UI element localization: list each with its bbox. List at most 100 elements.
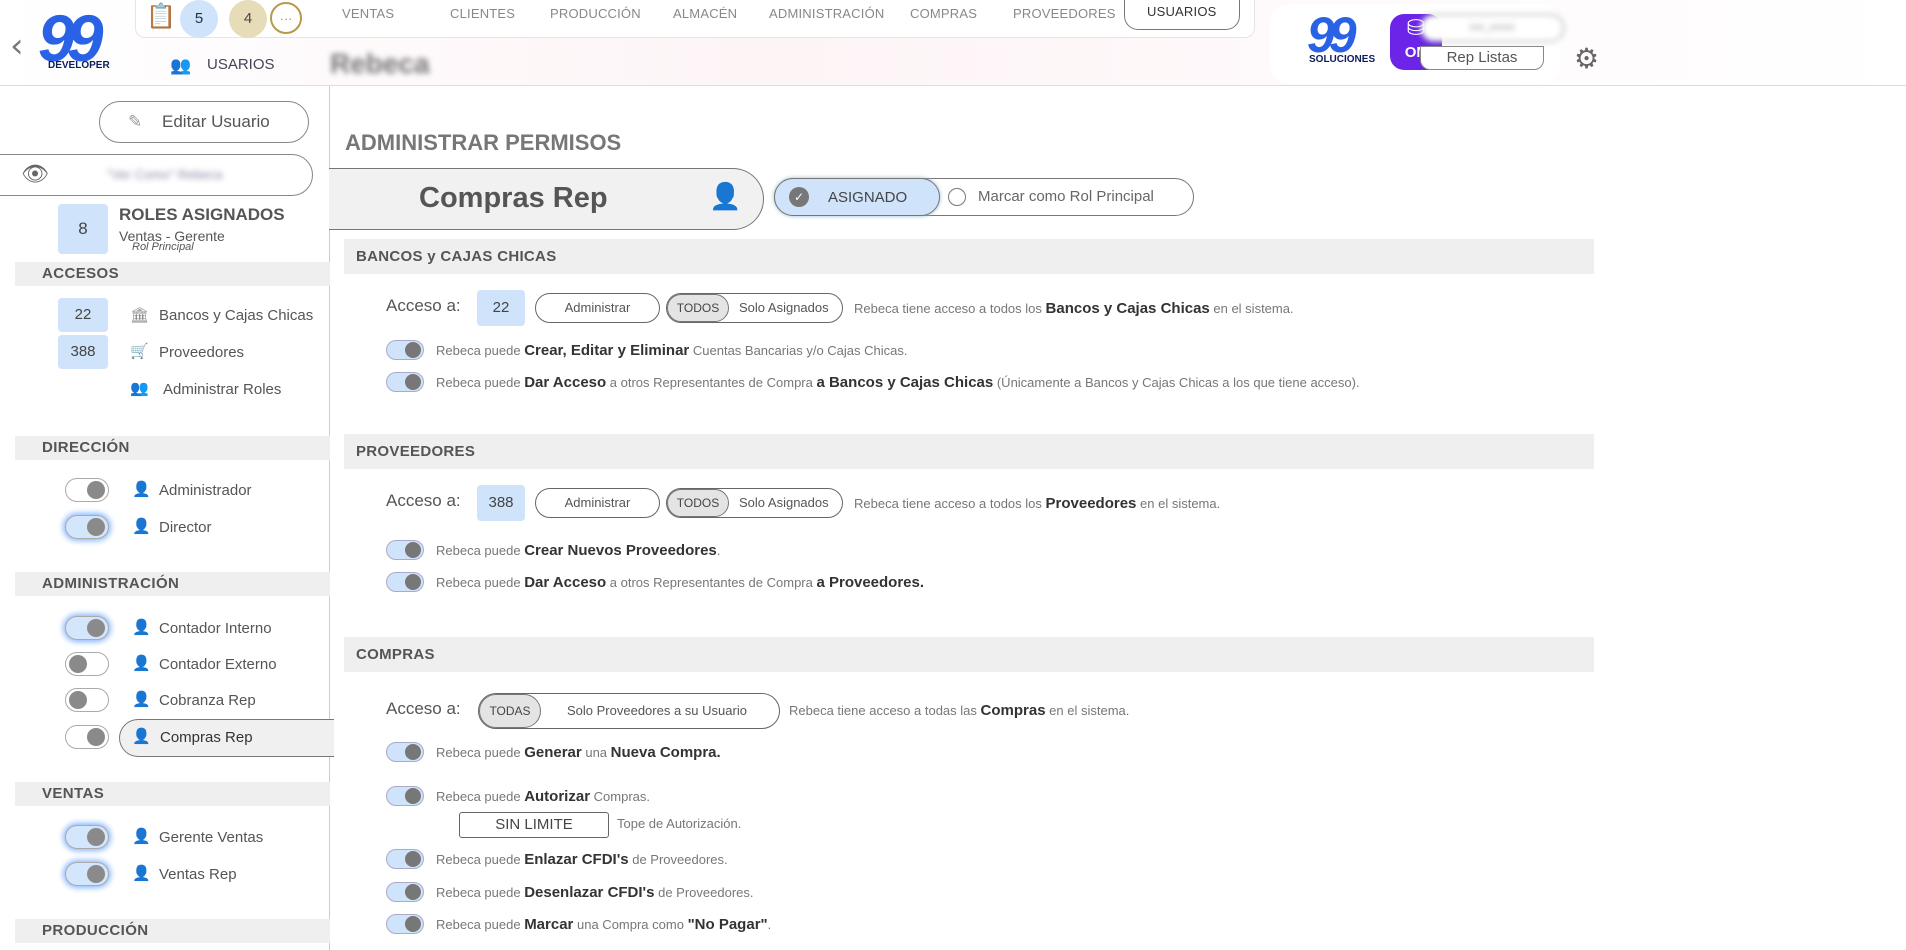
todos-option[interactable]: TODOS (667, 489, 729, 517)
bancos-administrar-button[interactable]: Administrar (535, 293, 660, 323)
role-toggle[interactable] (65, 616, 109, 640)
user-field[interactable]: xxx_xxxxx (1420, 14, 1564, 42)
main-panel: ADMINISTRAR PERMISOS Compras Rep 👤 ✓ ASI… (329, 86, 1906, 950)
section-bancos: BANCOS y CAJAS CHICAS (344, 239, 1594, 274)
person-icon: 👤 (132, 864, 151, 882)
permission-toggle[interactable] (386, 540, 424, 560)
role-administrador[interactable]: Administrador (159, 482, 252, 499)
section-compras: COMPRAS (344, 637, 1594, 672)
permission-toggle[interactable] (386, 372, 424, 392)
edit-user-icon: ✎ (128, 112, 143, 132)
solo-asignados-option[interactable]: Solo Asignados (739, 489, 829, 517)
users-icon: 👥 (170, 56, 192, 76)
section-accesos: ACCESOS (15, 262, 330, 286)
role-selector[interactable]: Rep Listas (1420, 46, 1544, 70)
role-toggle[interactable] (65, 862, 109, 886)
todas-option[interactable]: TODAS (479, 694, 541, 728)
acceso-label: Acceso a: (386, 491, 461, 510)
mark-principal-label[interactable]: Marcar como Rol Principal (978, 188, 1154, 205)
section-administracion: ADMINISTRACIÓN (15, 572, 330, 596)
gear-icon[interactable]: ⚙ (1574, 42, 1599, 75)
role-name: Compras Rep (419, 182, 608, 214)
acceso-bancos[interactable]: Bancos y Cajas Chicas (159, 307, 313, 324)
soluciones-logo[interactable]: 99 SOLUCIONES (1305, 7, 1377, 70)
nav-clientes[interactable]: CLIENTES (450, 6, 515, 21)
eye-icon: 👁 (21, 162, 49, 187)
acceso-administrar-roles[interactable]: Administrar Roles (163, 381, 281, 398)
proveedores-desc: Rebeca tiene acceso a todos los Proveedo… (854, 495, 1221, 512)
nav-usuarios[interactable]: USUARIOS (1124, 0, 1240, 30)
bank-icon: 🏛 (130, 306, 150, 324)
page-title: ADMINISTRAR PERMISOS (345, 130, 622, 155)
permission-toggle[interactable] (386, 882, 424, 902)
acceso-proveedores[interactable]: Proveedores (159, 344, 244, 361)
edit-user-button[interactable]: ✎ Editar Usuario (99, 101, 309, 143)
role-toggle[interactable] (65, 688, 109, 712)
notification-badge-blue[interactable]: 5 (180, 0, 218, 38)
role-ventas-rep[interactable]: Ventas Rep (159, 866, 237, 883)
todos-option[interactable]: TODOS (667, 294, 729, 322)
section-proveedores: PROVEEDORES (344, 434, 1594, 469)
permission-toggle[interactable] (386, 849, 424, 869)
nav-proveedores[interactable]: PROVEEDORES (1013, 6, 1116, 21)
perm-prov-crear: Rebeca puede Crear Nuevos Proveedores. (436, 542, 721, 559)
chat-icon[interactable]: ··· (270, 2, 302, 34)
person-icon: 👤 (132, 690, 151, 708)
role-director[interactable]: Director (159, 519, 212, 536)
authorization-limit-input[interactable]: SIN LIMITE (459, 812, 609, 838)
role-toggle[interactable] (65, 725, 109, 749)
perm-compras-desenlazar: Rebeca puede Desenlazar CFDI's de Provee… (436, 884, 754, 901)
person-icon: 👤 (132, 654, 151, 672)
perm-compras-autorizar: Rebeca puede Autorizar Compras. (436, 788, 650, 805)
solo-proveedores-option[interactable]: Solo Proveedores a su Usuario (567, 694, 747, 728)
bancos-count: 22 (477, 290, 525, 326)
acceso-label: Acceso a: (386, 296, 461, 315)
back-arrow-icon[interactable]: ‹ (10, 26, 24, 66)
perm-compras-enlazar: Rebeca puede Enlazar CFDI's de Proveedor… (436, 851, 728, 868)
role-contador-interno[interactable]: Contador Interno (159, 620, 272, 637)
sidebar: ✎ Editar Usuario 👁 "Ver Como" Rebeca 8 R… (0, 86, 334, 950)
perm-compras-generar: Rebeca puede Generar una Nueva Compra. (436, 744, 721, 761)
assigned-button[interactable]: ✓ ASIGNADO (774, 178, 940, 216)
nav-administracion[interactable]: ADMINISTRACIÓN (769, 6, 884, 21)
sub-label-usuarios[interactable]: USARIOS (207, 56, 275, 73)
bancos-scope-segment: TODOS Solo Asignados (666, 293, 843, 323)
person-tie-icon: 👤 (709, 182, 742, 212)
nav-produccion[interactable]: PRODUCCIÓN (550, 6, 641, 21)
permission-toggle[interactable] (386, 742, 424, 762)
role-toggle[interactable] (65, 478, 109, 502)
perm-prov-acceso: Rebeca puede Dar Acceso a otros Represen… (436, 574, 925, 591)
nav-ventas[interactable]: VENTAS (342, 6, 394, 21)
role-toggle[interactable] (65, 652, 109, 676)
role-cobranza-rep[interactable]: Cobranza Rep (159, 692, 256, 709)
permission-toggle[interactable] (386, 340, 424, 360)
check-icon: ✓ (789, 187, 809, 207)
person-icon: 👤 (132, 618, 151, 636)
roles-count: 8 (58, 204, 108, 254)
section-produccion: PRODUCCIÓN (15, 919, 330, 943)
role-compras-rep[interactable]: Compras Rep (160, 729, 253, 746)
cart-icon: 🛒 (130, 342, 149, 360)
principal-radio[interactable] (948, 188, 966, 206)
solo-asignados-option[interactable]: Solo Asignados (739, 294, 829, 322)
clipboard-add-icon[interactable]: 📋 (146, 2, 176, 30)
permission-toggle[interactable] (386, 914, 424, 934)
permission-toggle[interactable] (386, 786, 424, 806)
role-toggle[interactable] (65, 825, 109, 849)
developer-logo[interactable]: 99 DEVELOPER (38, 1, 126, 76)
person-icon: 👤 (132, 727, 151, 745)
permission-toggle[interactable] (386, 572, 424, 592)
notification-badge-gold[interactable]: 4 (229, 0, 267, 38)
nav-compras[interactable]: COMPRAS (910, 6, 977, 21)
proveedores-administrar-button[interactable]: Administrar (535, 488, 660, 518)
perm-compras-no-pagar: Rebeca puede Marcar una Compra como "No … (436, 916, 772, 933)
top-bar: ‹ 99 DEVELOPER 📋 5 4 ··· VENTAS CLIENTES … (0, 0, 1906, 86)
role-gerente-ventas[interactable]: Gerente Ventas (159, 829, 263, 846)
role-toggle[interactable] (65, 515, 109, 539)
role-contador-externo[interactable]: Contador Externo (159, 656, 277, 673)
compras-desc: Rebeca tiene acceso a todas las Compras … (789, 702, 1130, 719)
authorization-limit-label: Tope de Autorización. (617, 816, 742, 831)
nav-almacen[interactable]: ALMACÉN (673, 6, 737, 21)
view-as-button[interactable]: 👁 "Ver Como" Rebeca (0, 154, 313, 196)
person-icon: 👤 (132, 517, 151, 535)
